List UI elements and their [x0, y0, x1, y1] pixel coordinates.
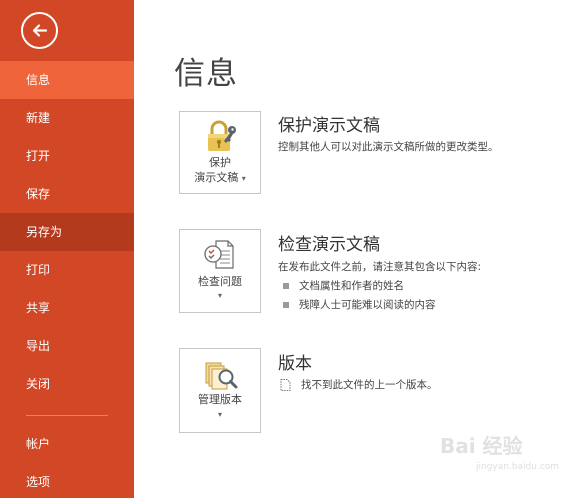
inspect-document-icon [204, 239, 238, 275]
backstage-sidebar: 信息 新建 打开 保存 另存为 打印 共享 导出 关闭 帐户 选项 [0, 0, 134, 498]
bullet-square-icon [283, 302, 289, 308]
sidebar-nav: 信息 新建 打开 保存 另存为 打印 共享 导出 关闭 [0, 61, 134, 403]
sidebar-item-new[interactable]: 新建 [0, 99, 134, 137]
baidu-watermark-logo: Bai 经验 [440, 434, 523, 458]
dropdown-caret-icon: ▾ [217, 410, 222, 419]
inspect-bullet-text: 文档属性和作者的姓名 [299, 280, 404, 292]
versions-description: 找不到此文件的上一个版本。 [301, 379, 438, 391]
inspect-section-title: 检查演示文稿 [278, 235, 380, 255]
sidebar-item-options[interactable]: 选项 [0, 463, 134, 498]
inspect-bullet-item: 文档属性和作者的姓名 [283, 278, 404, 293]
sidebar-item-save-as[interactable]: 另存为 [0, 213, 134, 251]
back-arrow-icon [32, 24, 48, 37]
versions-status: 找不到此文件的上一个版本。 [280, 377, 438, 392]
baidu-watermark-url: jingyan.baidu.com [476, 462, 560, 472]
sidebar-item-info[interactable]: 信息 [0, 61, 134, 99]
document-icon [280, 379, 291, 391]
sidebar-item-account[interactable]: 帐户 [0, 425, 134, 463]
protect-button-label-text: 演示文稿 [194, 171, 239, 184]
protect-section-title: 保护演示文稿 [278, 116, 380, 136]
lock-key-icon [202, 120, 238, 158]
protect-section-description: 控制其他人可以对此演示文稿所做的更改类型。 [278, 141, 499, 153]
check-issues-caret: ▾ [180, 287, 260, 303]
sidebar-item-save[interactable]: 保存 [0, 175, 134, 213]
back-button[interactable] [21, 12, 58, 49]
protect-presentation-button[interactable]: 保护 演示文稿 ▾ [179, 111, 261, 194]
sidebar-item-print[interactable]: 打印 [0, 251, 134, 289]
inspect-bullet-text: 残障人士可能难以阅读的内容 [299, 299, 436, 311]
protect-button-label-line2: 演示文稿 ▾ [180, 170, 260, 186]
bullet-square-icon [283, 283, 289, 289]
sidebar-item-export[interactable]: 导出 [0, 327, 134, 365]
inspect-section-description: 在发布此文件之前，请注意其包含以下内容: [278, 261, 482, 273]
manage-versions-button[interactable]: 管理版本 ▾ [179, 348, 261, 433]
inspect-bullet-item: 残障人士可能难以阅读的内容 [283, 297, 436, 312]
dropdown-caret-icon: ▾ [241, 174, 246, 183]
check-issues-button[interactable]: 检查问题 ▾ [179, 229, 261, 313]
dropdown-caret-icon: ▾ [217, 291, 222, 300]
sidebar-divider [26, 415, 108, 416]
manage-versions-label: 管理版本 [198, 393, 242, 406]
sidebar-bottom-nav: 帐户 选项 [0, 425, 134, 498]
manage-versions-icon [204, 359, 238, 395]
versions-section-title: 版本 [278, 354, 312, 374]
protect-button-label-line1: 保护 [209, 156, 231, 169]
page-title: 信息 [174, 56, 238, 92]
manage-versions-caret: ▾ [180, 406, 260, 422]
sidebar-item-close[interactable]: 关闭 [0, 365, 134, 403]
sidebar-item-open[interactable]: 打开 [0, 137, 134, 175]
sidebar-item-share[interactable]: 共享 [0, 289, 134, 327]
